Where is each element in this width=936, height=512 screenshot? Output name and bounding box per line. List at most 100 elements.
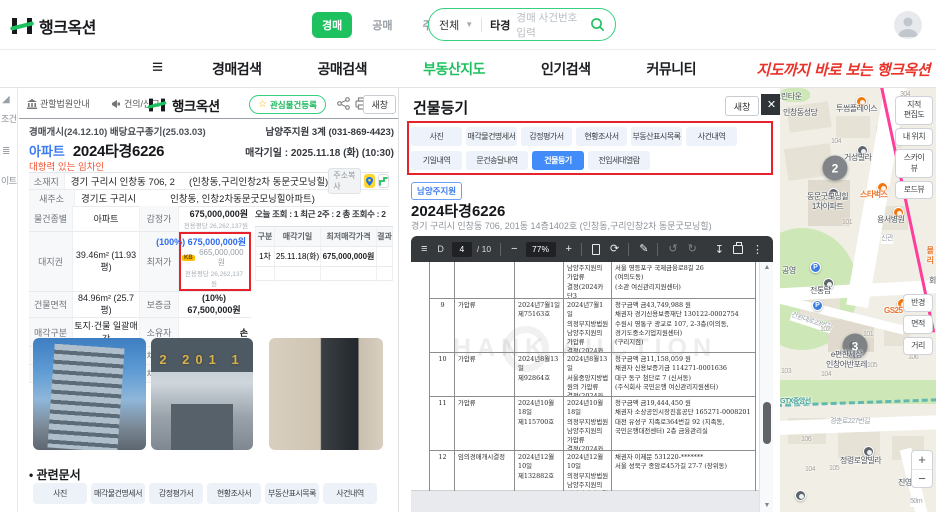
copy-address-button[interactable]: 주소복사	[328, 168, 361, 194]
modal-tabs-1: 사진매각물건명세서감정평가서현황조사서부동산표시목록사건내역	[411, 127, 737, 146]
court-guide-link[interactable]: 관할법원안내	[27, 97, 90, 110]
map-zoom-in-button[interactable]: +	[912, 451, 932, 469]
pdf-menu-icon[interactable]: ≡	[421, 244, 427, 255]
modal-tab-감정평가서[interactable]: 감정평가서	[521, 127, 572, 146]
map-panel[interactable]: PP23그린타운인창동성당투썸플레이스304306104거성빌라102스타벅스동…	[780, 88, 936, 512]
doc-button-매각물건명세서[interactable]: 매각물건명세서	[91, 483, 145, 504]
map-label: 투썸플레이스	[836, 104, 877, 114]
case-meta: 경매개시(24.12.10) 배당요구종기(25.03.03) 남양주지원 3계…	[19, 124, 398, 138]
nav-item-경매검색[interactable]: 경매검색	[212, 59, 262, 79]
map-label: 102	[820, 326, 830, 335]
main-nav: ≡ 경매검색공매검색부동산지도인기검색커뮤니티 지도까지 바로 보는 행크옥션	[0, 50, 936, 88]
rotate-icon[interactable]: ⟳	[610, 244, 619, 255]
modal-tab-문건송달내역[interactable]: 문건송달내역	[466, 151, 528, 170]
map-label: 50m	[910, 498, 922, 507]
modal-tab-건물등기[interactable]: 건물등기	[532, 151, 584, 170]
photo-front-door[interactable]	[269, 338, 383, 450]
pdf-table: 남양주지원의 가압류 결정(2024카단3 66)서울 영등포구 국제금융로8길…	[429, 262, 756, 512]
pdf-scrollbar[interactable]: ▲ ▼	[759, 262, 773, 512]
clipped-icon: ◢	[2, 94, 10, 105]
modal-new-window-button[interactable]: 새창	[725, 96, 759, 116]
undo-icon[interactable]: ↺	[668, 244, 677, 255]
menu-icon[interactable]: ≡	[152, 57, 163, 79]
related-docs-title: • 관련문서	[29, 466, 81, 483]
registry-row: 11가압류2024년10월18일 제115700호2024년10월18일 의정부…	[430, 397, 755, 451]
map-poi-gray-icon	[795, 490, 806, 501]
doc-button-사진[interactable]: 사진	[33, 483, 87, 504]
search-input[interactable]: 경매 사건번호 입력	[516, 10, 584, 40]
modal-tab-현황조사서[interactable]: 현황조사서	[576, 127, 627, 146]
nav-item-커뮤니티[interactable]: 커뮤니티	[647, 59, 697, 79]
detail-value: 84.96m² (25.7평)	[73, 292, 139, 317]
naver-map-icon[interactable]	[378, 174, 389, 188]
user-avatar[interactable]	[894, 11, 922, 39]
modal-tab-부동산표시목록[interactable]: 부동산표시목록	[631, 127, 682, 146]
map-label: 104	[831, 138, 841, 147]
modal-tab-매각물건명세서[interactable]: 매각물건명세서	[466, 127, 517, 146]
pdf-page-total: / 10	[477, 244, 491, 254]
nav-item-부동산지도[interactable]: 부동산지도	[423, 59, 485, 79]
search-tab-경매[interactable]: 경매	[312, 12, 352, 38]
doc-button-부동산표시목록[interactable]: 부동산표시목록	[265, 483, 319, 504]
map-label: 그린타운	[780, 92, 801, 102]
pdf-zoom-input[interactable]: 77%	[526, 242, 556, 257]
kb-price-row: KB665,000,000원	[182, 248, 246, 268]
nav-item-공매검색[interactable]: 공매검색	[318, 59, 368, 79]
map-control-지적편집도[interactable]: 지적 편집도	[895, 96, 933, 125]
zoom-out-icon[interactable]: −	[511, 244, 517, 255]
clipped-side-strip: ◢ 조건 ≣ 이트	[0, 88, 18, 512]
redo-icon[interactable]: ↻	[688, 244, 697, 255]
pdf-document[interactable]: HANK AUCTION 남양주지원의 가압류 결정(2024카단3 66)서울…	[411, 262, 759, 512]
download-icon[interactable]: ↧	[715, 243, 724, 256]
registry-detail: 서울 영등포구 국제금융로8길 26 (여의도동) (소관 여신관리지원센터)	[612, 262, 755, 298]
map-control-스카이뷰[interactable]: 스카이 뷰	[895, 149, 933, 178]
photo-entrance[interactable]: 2 201 1	[151, 338, 253, 450]
map-zoom-out-button[interactable]: −	[912, 469, 932, 487]
map-label: 신관	[881, 235, 893, 244]
favorite-button[interactable]: ☆ 관심물건등록	[249, 95, 326, 114]
logo[interactable]: 행크옥션	[12, 14, 96, 38]
map-control-내위치[interactable]: 내 위치	[895, 128, 933, 146]
nav-item-인기검색[interactable]: 인기검색	[541, 59, 591, 79]
search-icon[interactable]	[590, 17, 605, 32]
address-label: 소재지	[29, 173, 65, 189]
modal-tab-사건내역[interactable]: 사건내역	[686, 127, 737, 146]
doc-button-현황조사서[interactable]: 현황조사서	[207, 483, 261, 504]
more-options-icon[interactable]: ⋮	[752, 243, 763, 256]
map-label: 경춘로227번길	[830, 418, 870, 427]
hank-logo-icon	[12, 18, 32, 34]
divider	[628, 243, 629, 256]
lowest-price-link[interactable]: (100%) 675,000,000원	[156, 235, 246, 248]
doc-button-사건내역[interactable]: 사건내역	[323, 483, 377, 504]
modal-tab-전입세대열람[interactable]: 전입세대열람	[588, 151, 650, 170]
zoom-in-icon[interactable]: +	[566, 244, 572, 255]
scroll-down-icon[interactable]: ▼	[760, 500, 774, 512]
kakao-map-icon[interactable]	[364, 174, 375, 188]
photo-building-exterior[interactable]	[33, 338, 146, 450]
modal-tab-사진[interactable]: 사진	[411, 127, 462, 146]
annotate-pen-icon[interactable]: ✎	[639, 244, 648, 255]
share-icon[interactable]	[337, 97, 350, 110]
map-measure-반경[interactable]: 반경	[903, 294, 933, 312]
registry-receipt	[515, 262, 564, 298]
pdf-print-icon[interactable]	[733, 245, 743, 254]
map-measure-거리[interactable]: 거리	[903, 337, 933, 355]
search-category-select[interactable]: 전체	[439, 17, 459, 33]
search-tab-공매[interactable]: 공매	[362, 12, 402, 38]
map-control-로드뷰[interactable]: 로드뷰	[895, 181, 933, 199]
doc-button-감정평가서[interactable]: 감정평가서	[149, 483, 203, 504]
pyeong-price: 전용평당 26,262,137원	[182, 268, 246, 288]
search-bar[interactable]: 전체 ▼ 타경 경매 사건번호 입력	[428, 8, 616, 41]
fit-page-icon[interactable]	[592, 244, 600, 255]
map-measure-면적[interactable]: 면적	[903, 315, 933, 333]
close-icon[interactable]: ✕	[761, 94, 782, 115]
modal-tab-기일내역[interactable]: 기일내역	[411, 151, 462, 170]
schedule-cell: 25.11.18(화)	[275, 247, 321, 267]
scroll-up-icon[interactable]: ▲	[760, 262, 774, 274]
registry-no	[430, 262, 455, 298]
new-window-button[interactable]: 새창	[363, 95, 396, 114]
map-label: 105	[867, 362, 877, 371]
scrollbar-thumb[interactable]	[763, 402, 771, 444]
pdf-page-input[interactable]: 4	[452, 242, 472, 257]
divider	[481, 18, 482, 32]
